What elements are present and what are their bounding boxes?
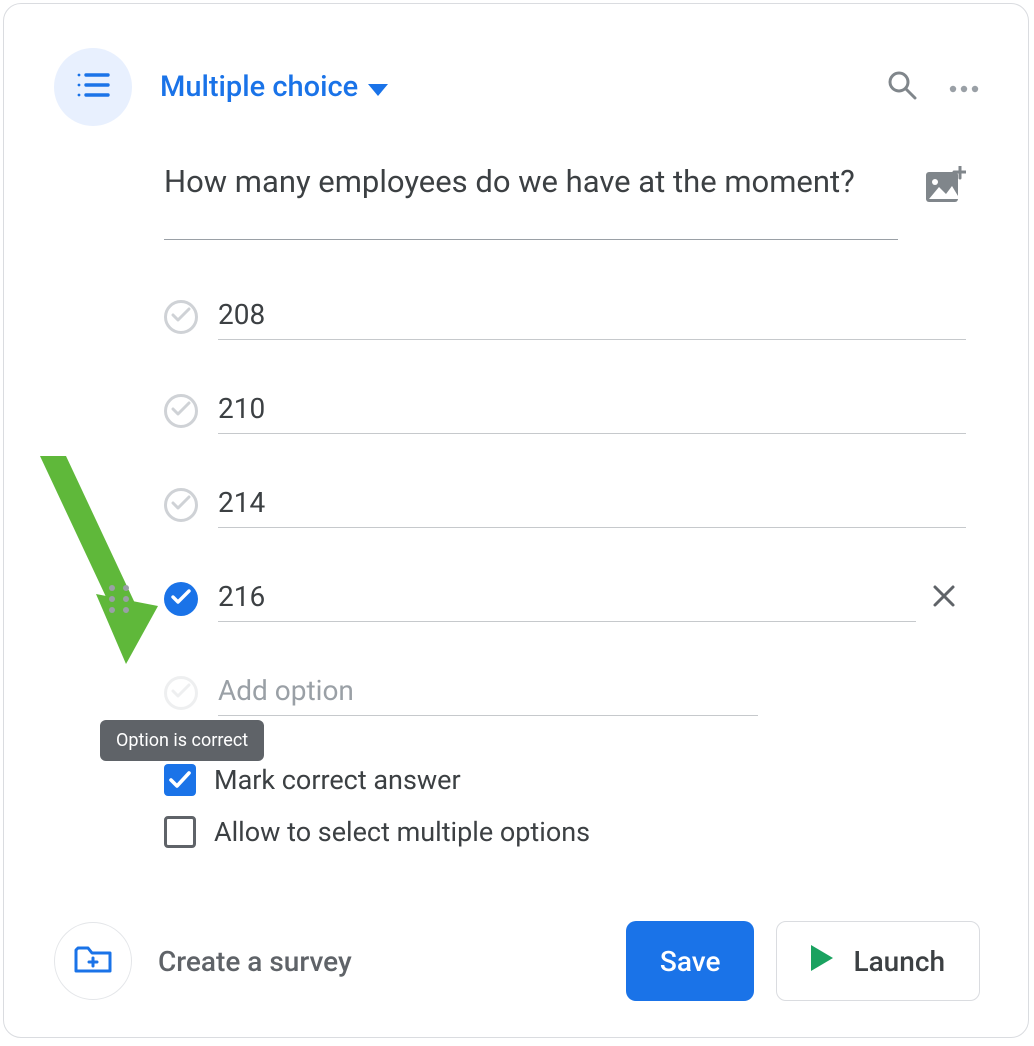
tooltip-option-correct: Option is correct	[100, 720, 264, 761]
more-button[interactable]	[942, 65, 986, 109]
option-text-input[interactable]: 208	[218, 294, 966, 340]
close-icon	[932, 593, 956, 612]
add-image-button[interactable]	[926, 166, 966, 206]
check-icon	[169, 764, 191, 796]
question-row: How many employees do we have at the mom…	[164, 162, 966, 240]
add-image-icon	[926, 187, 966, 206]
check-outline-icon	[171, 683, 191, 703]
question-type-dropdown[interactable]: Multiple choice	[160, 70, 388, 104]
options-list: 208 210 214	[164, 294, 966, 716]
option-text-input[interactable]: 214	[218, 482, 966, 528]
option-row: 208	[164, 294, 966, 340]
option-correct-toggle[interactable]	[164, 300, 198, 334]
search-button[interactable]	[880, 65, 924, 109]
launch-button[interactable]: Launch	[776, 921, 980, 1001]
option-correct-toggle[interactable]	[164, 488, 198, 522]
question-type-badge	[54, 48, 132, 126]
more-horizontal-icon	[949, 78, 979, 97]
option-row: 214	[164, 482, 966, 528]
check-outline-icon	[171, 307, 191, 327]
setting-allow-multiple[interactable]: Allow to select multiple options	[164, 816, 966, 848]
drag-grid-icon	[108, 599, 130, 618]
option-correct-toggle[interactable]	[164, 582, 198, 616]
drag-handle[interactable]	[108, 584, 132, 608]
play-icon	[811, 945, 833, 978]
list-icon	[76, 72, 110, 102]
footer: Create a survey Save Launch	[4, 921, 1028, 1001]
check-outline-icon	[171, 495, 191, 515]
checkbox-allow-multiple[interactable]	[164, 816, 196, 848]
checkbox-mark-correct[interactable]	[164, 764, 196, 796]
option-text-input[interactable]: 216	[218, 576, 916, 622]
question-type-label: Multiple choice	[160, 70, 358, 104]
check-outline-icon	[171, 401, 191, 421]
create-survey-label: Create a survey	[158, 945, 352, 978]
question-settings: Mark correct answer Allow to select mult…	[164, 764, 966, 848]
launch-button-label: Launch	[853, 945, 945, 978]
option-text-input[interactable]: 210	[218, 388, 966, 434]
option-row: 216	[164, 576, 966, 622]
search-icon	[887, 70, 917, 104]
create-survey-button[interactable]	[54, 922, 132, 1000]
setting-label: Allow to select multiple options	[214, 816, 590, 848]
question-editor-card: Multiple choice	[3, 3, 1029, 1038]
add-option-input[interactable]: Add option	[218, 670, 758, 716]
editor-body: How many employees do we have at the mom…	[4, 126, 1028, 848]
setting-label: Mark correct answer	[214, 764, 461, 796]
add-option-row[interactable]: Add option	[164, 670, 966, 716]
question-text-input[interactable]: How many employees do we have at the mom…	[164, 162, 898, 240]
option-row: 210	[164, 388, 966, 434]
chevron-down-icon	[368, 70, 388, 104]
option-correct-toggle[interactable]	[164, 394, 198, 428]
check-icon	[171, 589, 191, 609]
header: Multiple choice	[4, 4, 1028, 126]
setting-mark-correct[interactable]: Mark correct answer	[164, 764, 966, 796]
save-button[interactable]: Save	[626, 921, 755, 1001]
save-button-label: Save	[660, 945, 721, 978]
folder-add-icon	[74, 944, 112, 978]
option-correct-toggle	[164, 676, 198, 710]
option-remove-button[interactable]	[932, 584, 962, 614]
annotation-arrow	[40, 456, 160, 670]
